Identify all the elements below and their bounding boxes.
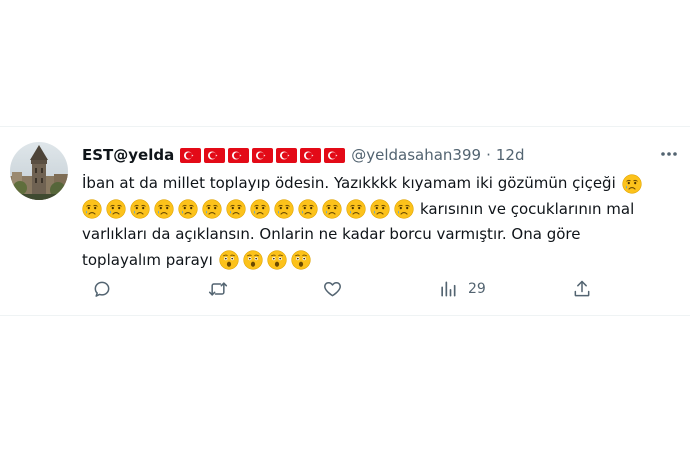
crying-face-icon <box>622 174 642 194</box>
flag-emoji-group <box>180 147 346 163</box>
more-dots-icon <box>661 152 677 156</box>
astonished-emoji-row <box>219 250 311 270</box>
tweet-line-3: varlıkları da açıklansın. Onlarin ne kad… <box>82 222 682 248</box>
tweet-line-2: karısının ve çocuklarının mal <box>82 197 682 223</box>
crying-face-icon <box>394 199 414 219</box>
share-icon <box>574 280 590 297</box>
views-count: 29 <box>468 281 486 297</box>
crying-face-icon <box>226 199 246 219</box>
crying-face-icon <box>250 199 270 219</box>
turkey-flag-icon <box>324 147 346 163</box>
crying-face-icon <box>154 199 174 219</box>
top-divider <box>0 126 690 127</box>
turkey-flag-icon <box>276 147 298 163</box>
turkey-flag-icon <box>228 147 250 163</box>
tweet-text-line-2: karısının ve çocuklarının mal <box>420 199 635 218</box>
reply-icon <box>94 281 110 297</box>
tweet-text-line-3: varlıkları da açıklansın. Onlarin ne kad… <box>82 225 581 243</box>
like-button[interactable] <box>322 278 343 300</box>
bottom-divider <box>0 315 690 316</box>
reply-button[interactable] <box>92 278 112 300</box>
crying-emoji-row <box>82 199 414 219</box>
views-button[interactable]: 29 <box>438 278 486 300</box>
crying-face-icon <box>322 199 342 219</box>
crying-face-icon <box>346 199 366 219</box>
retweet-icon <box>208 282 228 296</box>
astonished-face-icon <box>267 250 287 270</box>
tweet-text: İban at da millet toplayıp ödesin. Yazık… <box>82 171 682 273</box>
heart-icon <box>324 282 341 297</box>
turkey-flag-icon <box>204 147 226 163</box>
display-name[interactable]: EST@yelda <box>82 146 174 164</box>
tweet-line-4: toplayalım parayı <box>82 248 682 274</box>
astonished-face-icon <box>219 250 239 270</box>
tweet-line-1: İban at da millet toplayıp ödesin. Yazık… <box>82 171 682 197</box>
crying-face-icon <box>298 199 318 219</box>
tweet-text-line-4: toplayalım parayı <box>82 250 213 269</box>
astonished-face-icon <box>291 250 311 270</box>
meta-separator: · <box>486 146 491 164</box>
avatar[interactable] <box>10 142 68 200</box>
crying-face-icon <box>130 199 150 219</box>
tweet-actions: 29 <box>82 278 682 300</box>
turkey-flag-icon <box>300 147 322 163</box>
crying-face-icon <box>274 199 294 219</box>
views-icon <box>441 281 456 297</box>
tweet-text-line-1: İban at da millet toplayıp ödesin. Yazık… <box>82 174 616 192</box>
tweet[interactable]: EST@yelda @yeldasahan399 · 12d İban at d… <box>10 138 686 308</box>
crying-face-icon <box>178 199 198 219</box>
retweet-button[interactable] <box>207 278 229 300</box>
tweet-page: EST@yelda @yeldasahan399 · 12d İban at d… <box>0 0 690 450</box>
user-handle[interactable]: @yeldasahan399 <box>351 146 481 164</box>
timestamp[interactable]: 12d <box>496 146 525 164</box>
astonished-face-icon <box>243 250 263 270</box>
turkey-flag-icon <box>180 147 202 163</box>
more-options-button[interactable] <box>658 146 680 162</box>
tweet-header: EST@yelda @yeldasahan399 · 12d <box>82 144 524 166</box>
turkey-flag-icon <box>252 147 274 163</box>
crying-face-icon <box>106 199 126 219</box>
crying-face-icon <box>370 199 390 219</box>
crying-face-icon <box>82 199 102 219</box>
crying-face-icon <box>202 199 222 219</box>
share-button[interactable] <box>572 278 592 300</box>
